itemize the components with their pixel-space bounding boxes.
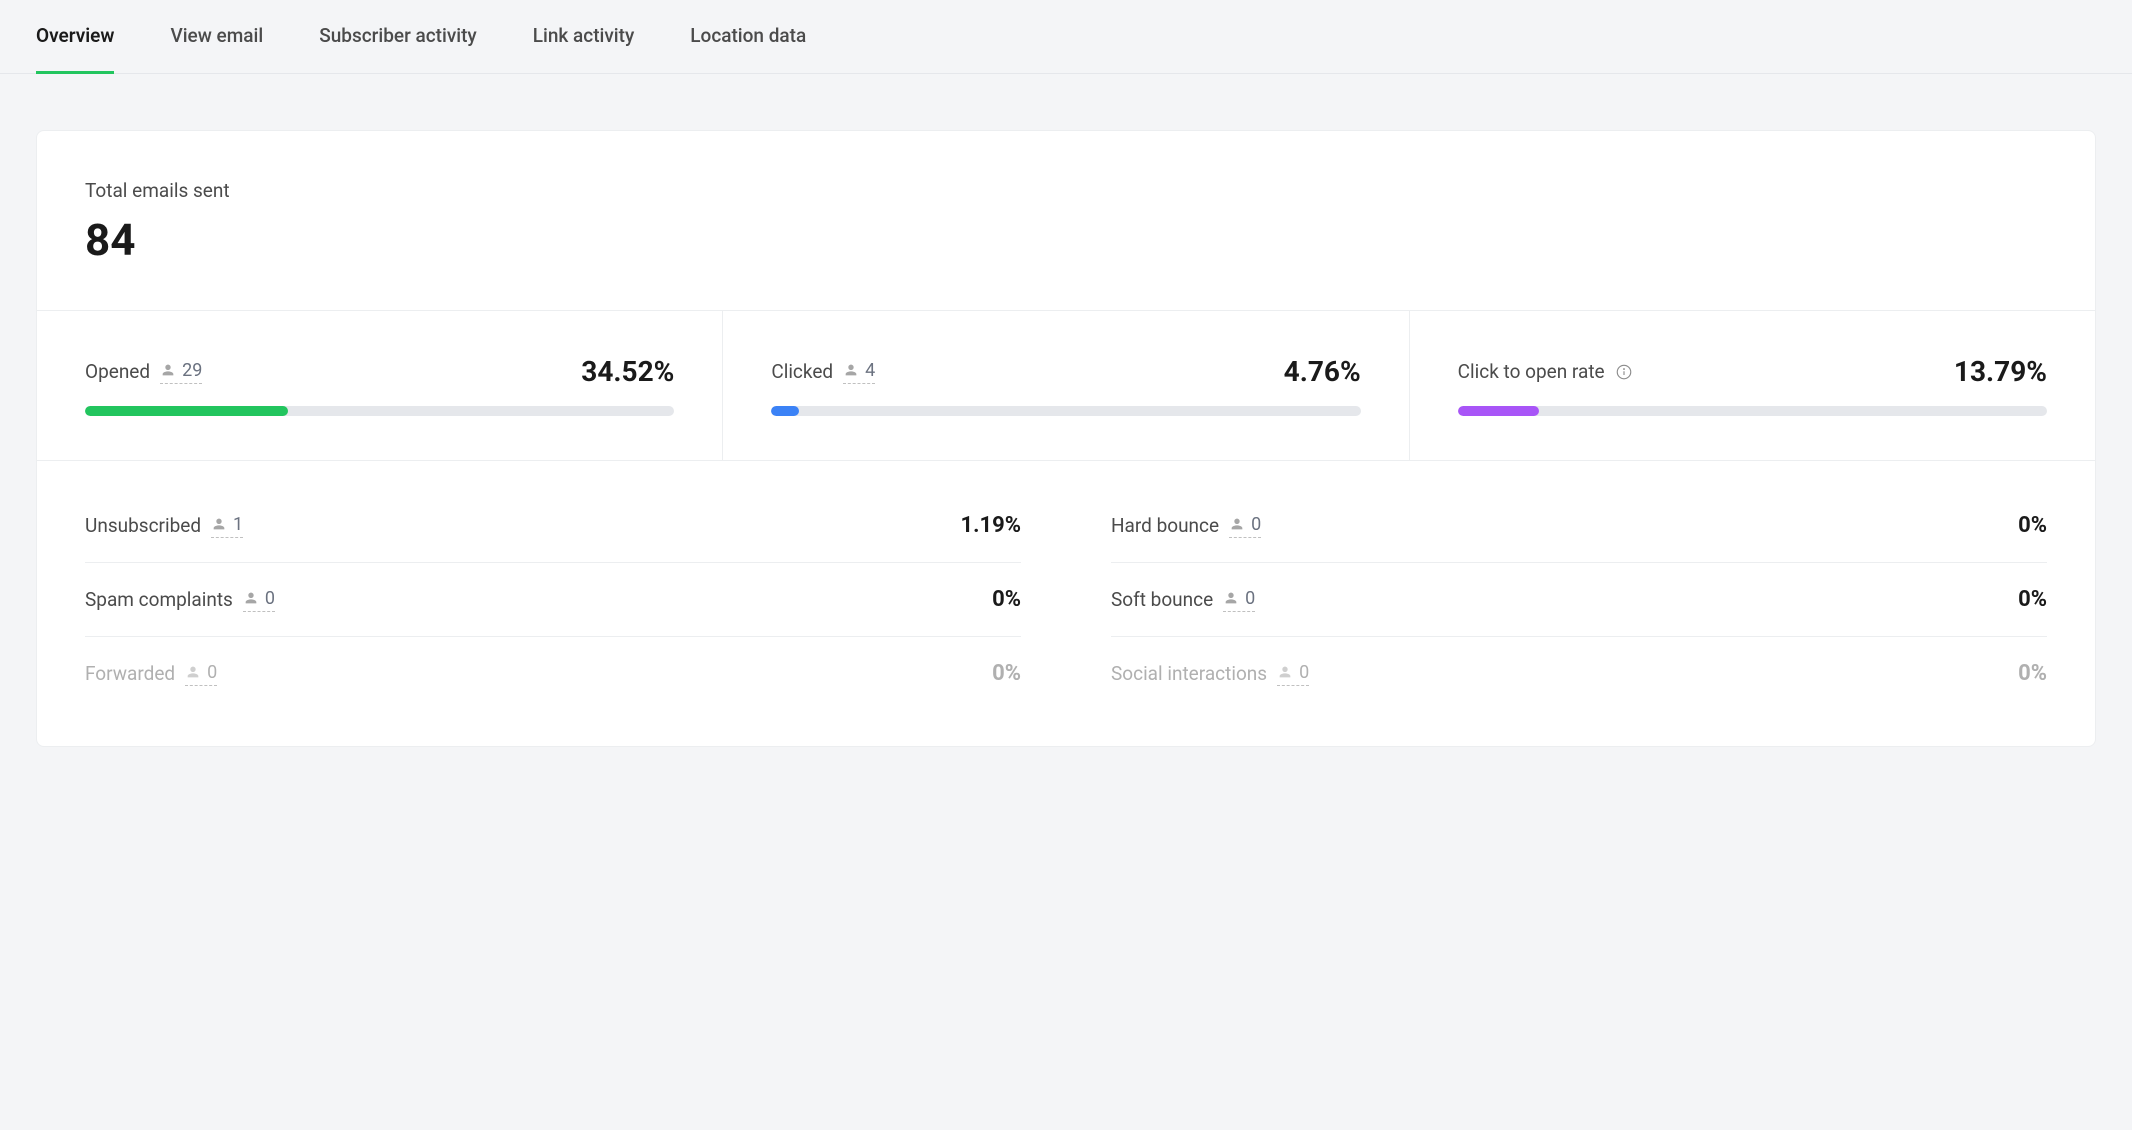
stat-row-label: Social interactions: [1111, 662, 1267, 685]
person-icon: [843, 362, 859, 378]
stat-row-percent: 0%: [992, 587, 1021, 612]
stat-row-percent: 0%: [2018, 587, 2047, 612]
stat-row: Soft bounce 0 0%: [1111, 563, 2047, 637]
tab-location-data[interactable]: Location data: [690, 24, 806, 74]
bottom-stats-right: Hard bounce00%Soft bounce00%Social inter…: [1111, 489, 2047, 710]
opened-label: Opened: [85, 360, 150, 383]
ctor-label: Click to open rate: [1458, 360, 1605, 383]
stat-row-count: 1: [233, 514, 243, 535]
clicked-progress-fill: [771, 406, 799, 416]
stat-ctor: Click to open rate 13.79%: [1410, 311, 2095, 460]
tab-view-email[interactable]: View email: [170, 24, 263, 74]
bottom-stats-grid: Unsubscribed11.19%Spam complaints00%Forw…: [37, 461, 2095, 746]
stat-row-count-group[interactable]: 0: [1223, 588, 1255, 612]
stat-row-label: Forwarded: [85, 662, 175, 685]
opened-progress-fill: [85, 406, 288, 416]
tab-overview[interactable]: Overview: [36, 24, 114, 74]
person-icon: [185, 664, 201, 680]
stat-row-count-group[interactable]: 0: [185, 662, 217, 686]
stat-row-label: Unsubscribed: [85, 514, 201, 537]
stat-row-count: 0: [1299, 662, 1309, 683]
ctor-percent: 13.79%: [1954, 355, 2047, 388]
person-icon: [1229, 516, 1245, 532]
total-emails-value: 84: [85, 214, 2047, 266]
stat-row: Unsubscribed 1 1.19%: [85, 489, 1021, 563]
ctor-progress-fill: [1458, 406, 1539, 416]
opened-count-group[interactable]: 29: [160, 360, 202, 384]
clicked-progress-bar: [771, 406, 1360, 416]
bottom-stats-left: Unsubscribed11.19%Spam complaints00%Forw…: [85, 489, 1021, 710]
info-icon[interactable]: [1615, 363, 1633, 381]
stat-row-percent: 0%: [2018, 513, 2047, 538]
person-icon: [1223, 590, 1239, 606]
ctor-progress-bar: [1458, 406, 2047, 416]
stat-opened: Opened 29 34.52%: [37, 311, 723, 460]
stat-row-count-group[interactable]: 0: [243, 588, 275, 612]
stat-row: Forwarded 0 0%: [85, 637, 1021, 710]
content-area: Total emails sent 84 Opened 29 34.52%: [0, 74, 2132, 783]
stat-row-count: 0: [1251, 514, 1261, 535]
stat-row-label: Hard bounce: [1111, 514, 1219, 537]
clicked-percent: 4.76%: [1284, 355, 1361, 388]
clicked-count-group[interactable]: 4: [843, 360, 875, 384]
stat-row-count-group[interactable]: 0: [1277, 662, 1309, 686]
clicked-label: Clicked: [771, 360, 833, 383]
stat-row-percent: 0%: [2018, 661, 2047, 686]
stats-card: Total emails sent 84 Opened 29 34.52%: [36, 130, 2096, 747]
stat-row-count-group[interactable]: 0: [1229, 514, 1261, 538]
tabs-navigation: Overview View email Subscriber activity …: [0, 0, 2132, 74]
person-icon: [211, 516, 227, 532]
stat-row: Hard bounce 0 0%: [1111, 489, 2047, 563]
clicked-count: 4: [865, 360, 875, 381]
opened-progress-bar: [85, 406, 674, 416]
stat-row: Social interactions 0 0%: [1111, 637, 2047, 710]
stat-clicked: Clicked 4 4.76%: [723, 311, 1409, 460]
top-stats-row: Opened 29 34.52% Clicked: [37, 310, 2095, 461]
tab-subscriber-activity[interactable]: Subscriber activity: [319, 24, 477, 74]
total-section: Total emails sent 84: [37, 131, 2095, 310]
person-icon: [243, 590, 259, 606]
stat-row-count: 0: [207, 662, 217, 683]
opened-percent: 34.52%: [581, 355, 674, 388]
stat-row: Spam complaints 0 0%: [85, 563, 1021, 637]
stat-row-count-group[interactable]: 1: [211, 514, 243, 538]
stat-row-count: 0: [1245, 588, 1255, 609]
person-icon: [1277, 664, 1293, 680]
total-emails-label: Total emails sent: [85, 179, 2047, 202]
stat-row-label: Spam complaints: [85, 588, 233, 611]
stat-row-count: 0: [265, 588, 275, 609]
stat-row-label: Soft bounce: [1111, 588, 1213, 611]
opened-count: 29: [182, 360, 202, 381]
stat-row-percent: 1.19%: [960, 513, 1021, 538]
tab-link-activity[interactable]: Link activity: [533, 24, 635, 74]
person-icon: [160, 362, 176, 378]
stat-row-percent: 0%: [992, 661, 1021, 686]
